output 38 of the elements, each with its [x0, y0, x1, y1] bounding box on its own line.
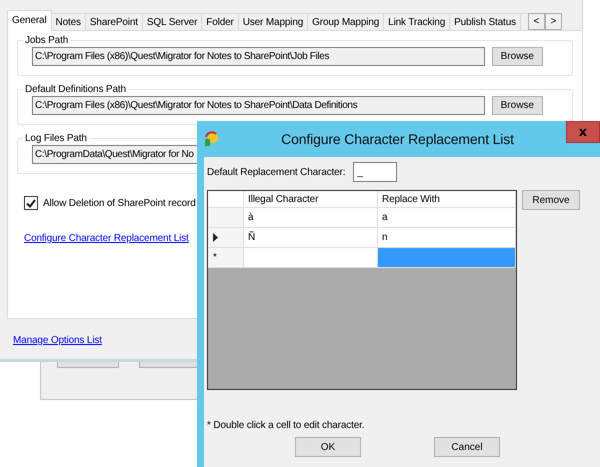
- browse-button[interactable]: Browse: [492, 96, 543, 115]
- browse-button[interactable]: Browse: [492, 47, 543, 66]
- table-cell[interactable]: [378, 248, 516, 268]
- hint-text: * Double click a cell to edit character.: [207, 420, 366, 431]
- new-row-marker: *: [213, 252, 217, 263]
- corner-header: [208, 191, 244, 208]
- input-field[interactable]: _: [353, 162, 398, 182]
- manage-options-link[interactable]: Manage Options List: [13, 335, 102, 346]
- configure-link[interactable]: Configure Character Replacement List: [24, 233, 189, 244]
- column-header[interactable]: Replace With: [378, 191, 516, 208]
- table-cell[interactable]: Ñ: [244, 228, 378, 248]
- checkbox-label: Allow Deletion of SharePoint record: [43, 198, 196, 208]
- path-field[interactable]: C:\Program Files (x86)\Quest\Migrator for Notes to SharePoint\Job Files: [32, 47, 485, 66]
- cancel-button[interactable]: Cancel: [434, 437, 500, 457]
- field-label: Default Replacement Character:: [207, 166, 346, 178]
- button-edge: [57, 362, 119, 368]
- ok-button[interactable]: OK: [295, 437, 361, 457]
- dialog-title: Configure Character Replacement List: [280, 131, 515, 147]
- table-cell[interactable]: [244, 248, 378, 268]
- tab-scroll-button[interactable]: >: [544, 13, 562, 30]
- table-cell[interactable]: a: [378, 208, 516, 228]
- group-label: Log Files Path: [24, 133, 88, 144]
- remove-button[interactable]: Remove: [522, 190, 580, 210]
- current-row-icon: [213, 233, 218, 242]
- table-cell[interactable]: à: [244, 208, 378, 228]
- close-button[interactable]: x: [566, 121, 600, 143]
- group-label: Default Definitions Path: [24, 84, 127, 95]
- checkbox[interactable]: [24, 196, 38, 210]
- row-header[interactable]: [208, 228, 244, 248]
- checkmark-icon: [26, 198, 36, 208]
- table-cell[interactable]: n: [378, 228, 516, 248]
- row-header[interactable]: *: [208, 248, 244, 268]
- tab[interactable]: General: [7, 10, 52, 31]
- tab-scroll-button[interactable]: <: [528, 13, 545, 30]
- path-field[interactable]: C:\Program Files (x86)\Quest\Migrator for Notes to SharePoint\Data Definitions: [32, 96, 485, 115]
- app-icon: [203, 131, 219, 147]
- column-header[interactable]: Illegal Character: [244, 191, 378, 208]
- group-label: Jobs Path: [24, 35, 70, 46]
